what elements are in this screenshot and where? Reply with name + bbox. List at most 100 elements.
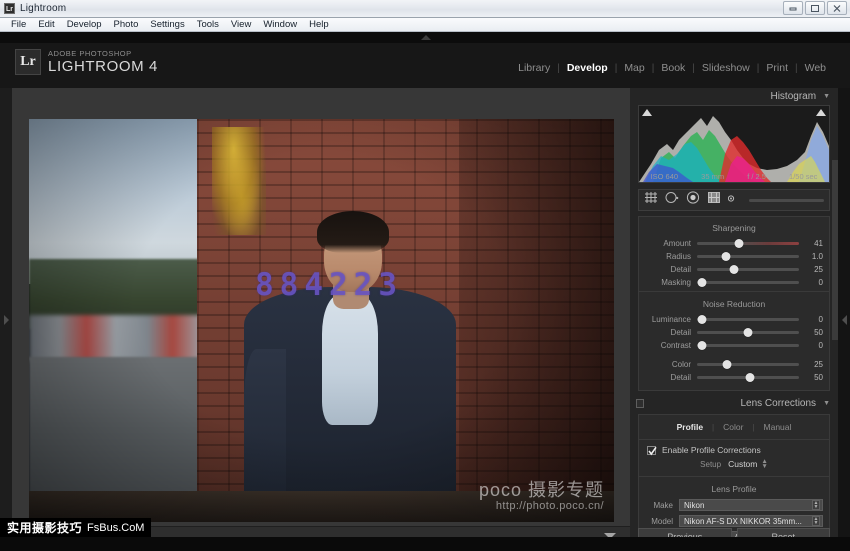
lens-model-row[interactable]: Model Nikon AF-S DX NIKKOR 35mm... ▲ ▼ bbox=[639, 514, 829, 528]
menu-tools[interactable]: Tools bbox=[191, 18, 225, 31]
app-icon: Lr bbox=[4, 3, 15, 14]
shadow-clipping-icon[interactable] bbox=[642, 109, 652, 116]
module-web[interactable]: Web bbox=[798, 62, 833, 74]
slider-track[interactable] bbox=[697, 373, 799, 382]
top-panel-toggle[interactable] bbox=[0, 32, 850, 43]
identity-plate[interactable]: Lr ADOBE PHOTOSHOP LIGHTROOM 4 bbox=[15, 49, 158, 75]
lens-make-select[interactable]: Nikon ▲ ▼ bbox=[679, 499, 823, 511]
slider-knob[interactable] bbox=[734, 239, 744, 248]
slider-knob[interactable] bbox=[722, 360, 732, 369]
photo-watermark-url: http://photo.poco.cn/ bbox=[495, 500, 604, 512]
lightroom-app: Lr ADOBE PHOTOSHOP LIGHTROOM 4 Library |… bbox=[0, 32, 850, 551]
setup-stepper-icon[interactable]: ▲ ▼ bbox=[761, 458, 767, 470]
close-button[interactable] bbox=[827, 1, 847, 15]
image-preview-area: 884223 poco 摄影专题 http://photo.poco.cn/ Y… bbox=[12, 88, 630, 551]
exif-aperture: f / 2.5 bbox=[747, 172, 766, 181]
photo-watermark: poco 摄影专题 http://photo.poco.cn/ bbox=[479, 480, 604, 512]
stepper-icon[interactable]: ▲▼ bbox=[812, 500, 820, 510]
enable-profile-corrections-checkbox[interactable] bbox=[647, 445, 657, 455]
right-panel-scrollbar[interactable] bbox=[832, 160, 838, 340]
slider-knob[interactable] bbox=[697, 278, 707, 287]
highlight-clipping-icon[interactable] bbox=[816, 109, 826, 116]
slider-row[interactable]: Radius 1.0 bbox=[639, 250, 829, 263]
exif-shutter: 1/50 sec bbox=[789, 172, 818, 181]
slider-knob[interactable] bbox=[745, 373, 755, 382]
histogram-graph[interactable]: ISO 640 35 mm f / 2.5 1/50 sec bbox=[638, 105, 830, 183]
photo-canvas[interactable]: 884223 poco 摄影专题 http://photo.poco.cn/ bbox=[29, 119, 614, 522]
slider-row[interactable]: Detail 25 bbox=[639, 263, 829, 276]
window-controls bbox=[783, 1, 847, 15]
slider-label: Detail bbox=[670, 373, 691, 382]
minimize-button[interactable] bbox=[783, 1, 803, 15]
spot-removal-icon[interactable] bbox=[665, 191, 679, 209]
slider-knob[interactable] bbox=[743, 328, 753, 337]
slider-value: 0 bbox=[818, 278, 823, 287]
stepper-icon[interactable]: ▲▼ bbox=[812, 516, 820, 526]
slider-track[interactable] bbox=[697, 328, 799, 337]
tab-manual[interactable]: Manual bbox=[755, 422, 801, 432]
slider-value: 50 bbox=[814, 373, 823, 382]
slider-row[interactable]: Amount 41 bbox=[639, 237, 829, 250]
histogram-header[interactable]: Histogram ▼ bbox=[630, 88, 838, 105]
lens-make-label: Make bbox=[653, 500, 673, 510]
slider-row[interactable]: Color 25 bbox=[639, 358, 829, 371]
menu-edit[interactable]: Edit bbox=[32, 18, 60, 31]
brush-size-slider[interactable] bbox=[749, 198, 824, 202]
module-library[interactable]: Library bbox=[511, 62, 557, 74]
lens-make-row[interactable]: Make Nikon ▲ ▼ bbox=[639, 498, 829, 512]
slider-value: 25 bbox=[814, 360, 823, 369]
slider-row[interactable]: Contrast 0 bbox=[639, 339, 829, 352]
lens-model-select[interactable]: Nikon AF-S DX NIKKOR 35mm... ▲ ▼ bbox=[679, 515, 823, 527]
slider-knob[interactable] bbox=[721, 252, 731, 261]
graduated-filter-icon[interactable] bbox=[707, 191, 721, 209]
setup-value[interactable]: Custom bbox=[728, 459, 757, 469]
slider-row[interactable]: Luminance 0 bbox=[639, 313, 829, 326]
menu-file[interactable]: File bbox=[5, 18, 32, 31]
window-title: Lightroom bbox=[20, 3, 67, 14]
menu-help[interactable]: Help bbox=[303, 18, 335, 31]
slider-track[interactable] bbox=[697, 341, 799, 350]
menu-window[interactable]: Window bbox=[257, 18, 303, 31]
slider-track[interactable] bbox=[697, 360, 799, 369]
slider-track[interactable] bbox=[697, 315, 799, 324]
slider-track[interactable] bbox=[697, 239, 799, 248]
chevron-down-icon[interactable]: ▼ bbox=[823, 93, 830, 100]
tab-color[interactable]: Color bbox=[714, 422, 752, 432]
slider-track[interactable] bbox=[697, 265, 799, 274]
crop-overlay-icon[interactable] bbox=[644, 191, 658, 209]
setup-row[interactable]: Setup Custom ▲ ▼ bbox=[639, 458, 829, 474]
menu-photo[interactable]: Photo bbox=[108, 18, 145, 31]
menu-develop[interactable]: Develop bbox=[61, 18, 108, 31]
slider-track[interactable] bbox=[697, 252, 799, 261]
menu-settings[interactable]: Settings bbox=[144, 18, 190, 31]
module-map[interactable]: Map bbox=[617, 62, 651, 74]
slider-row[interactable]: Detail 50 bbox=[639, 371, 829, 384]
enable-profile-corrections-row[interactable]: Enable Profile Corrections bbox=[639, 445, 829, 459]
module-book[interactable]: Book bbox=[654, 62, 692, 74]
exif-iso: ISO 640 bbox=[650, 172, 679, 181]
slider-row[interactable]: Masking 0 bbox=[639, 276, 829, 289]
slider-knob[interactable] bbox=[729, 265, 739, 274]
setup-label: Setup bbox=[700, 459, 722, 469]
tab-profile[interactable]: Profile bbox=[668, 422, 712, 432]
maximize-button[interactable] bbox=[805, 1, 825, 15]
slider-knob[interactable] bbox=[697, 341, 707, 350]
menu-view[interactable]: View bbox=[225, 18, 257, 31]
right-panel-toggle[interactable] bbox=[838, 88, 850, 551]
module-develop[interactable]: Develop bbox=[560, 62, 615, 74]
left-panel-toggle[interactable] bbox=[0, 88, 12, 551]
lens-corrections-switch-icon[interactable] bbox=[636, 399, 644, 408]
slider-track[interactable] bbox=[697, 278, 799, 287]
lens-corrections-header[interactable]: Lens Corrections ▼ bbox=[630, 395, 838, 412]
slider-knob[interactable] bbox=[697, 315, 707, 324]
slider-row[interactable]: Detail 50 bbox=[639, 326, 829, 339]
adjustment-brush-icon[interactable] bbox=[727, 191, 740, 209]
lens-model-value: Nikon AF-S DX NIKKOR 35mm... bbox=[684, 516, 802, 526]
chevron-down-icon[interactable]: ▼ bbox=[823, 400, 830, 407]
chevron-left-icon bbox=[841, 314, 847, 325]
red-eye-icon[interactable] bbox=[686, 191, 700, 209]
photo-overlay-number: 884223 bbox=[255, 267, 403, 303]
bottom-bar bbox=[0, 537, 850, 551]
module-print[interactable]: Print bbox=[759, 62, 795, 74]
module-slideshow[interactable]: Slideshow bbox=[695, 62, 757, 74]
